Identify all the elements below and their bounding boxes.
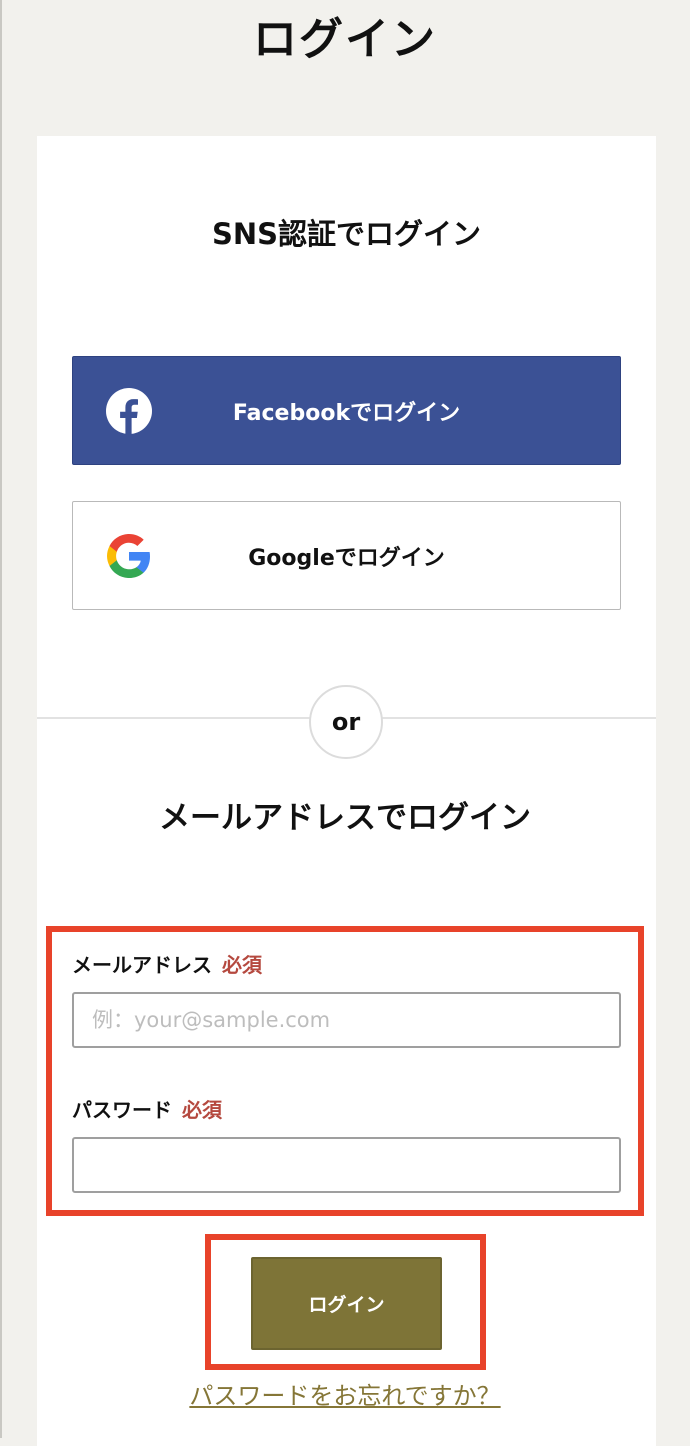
- password-label-text: パスワード: [72, 1098, 172, 1122]
- login-button[interactable]: ログイン: [251, 1257, 442, 1350]
- facebook-login-button[interactable]: Facebookでログイン: [72, 356, 621, 465]
- or-divider: or: [309, 685, 383, 759]
- mail-heading: メールアドレスでログイン: [159, 800, 531, 836]
- email-field[interactable]: [72, 992, 621, 1048]
- google-login-button[interactable]: Googleでログイン: [72, 501, 621, 610]
- page-title: ログイン: [253, 14, 437, 65]
- facebook-login-label: Facebookでログイン: [232, 400, 461, 426]
- email-required-badge: 必須: [222, 953, 262, 977]
- email-label-text: メールアドレス: [72, 953, 212, 977]
- password-field[interactable]: [72, 1137, 621, 1193]
- google-login-label: Googleでログイン: [248, 545, 445, 571]
- page-edge: [0, 0, 2, 1438]
- google-logo-icon: [105, 532, 153, 580]
- password-label: パスワード 必須: [72, 1096, 222, 1124]
- email-label: メールアドレス 必須: [72, 951, 262, 979]
- password-required-badge: 必須: [182, 1098, 222, 1122]
- facebook-logo-icon: [105, 387, 153, 435]
- forgot-password-link[interactable]: パスワードをお忘れですか？: [0, 1378, 690, 1414]
- forgot-password-text[interactable]: パスワードをお忘れですか？: [189, 1382, 500, 1410]
- sns-heading: SNS認証でログイン: [211, 217, 482, 251]
